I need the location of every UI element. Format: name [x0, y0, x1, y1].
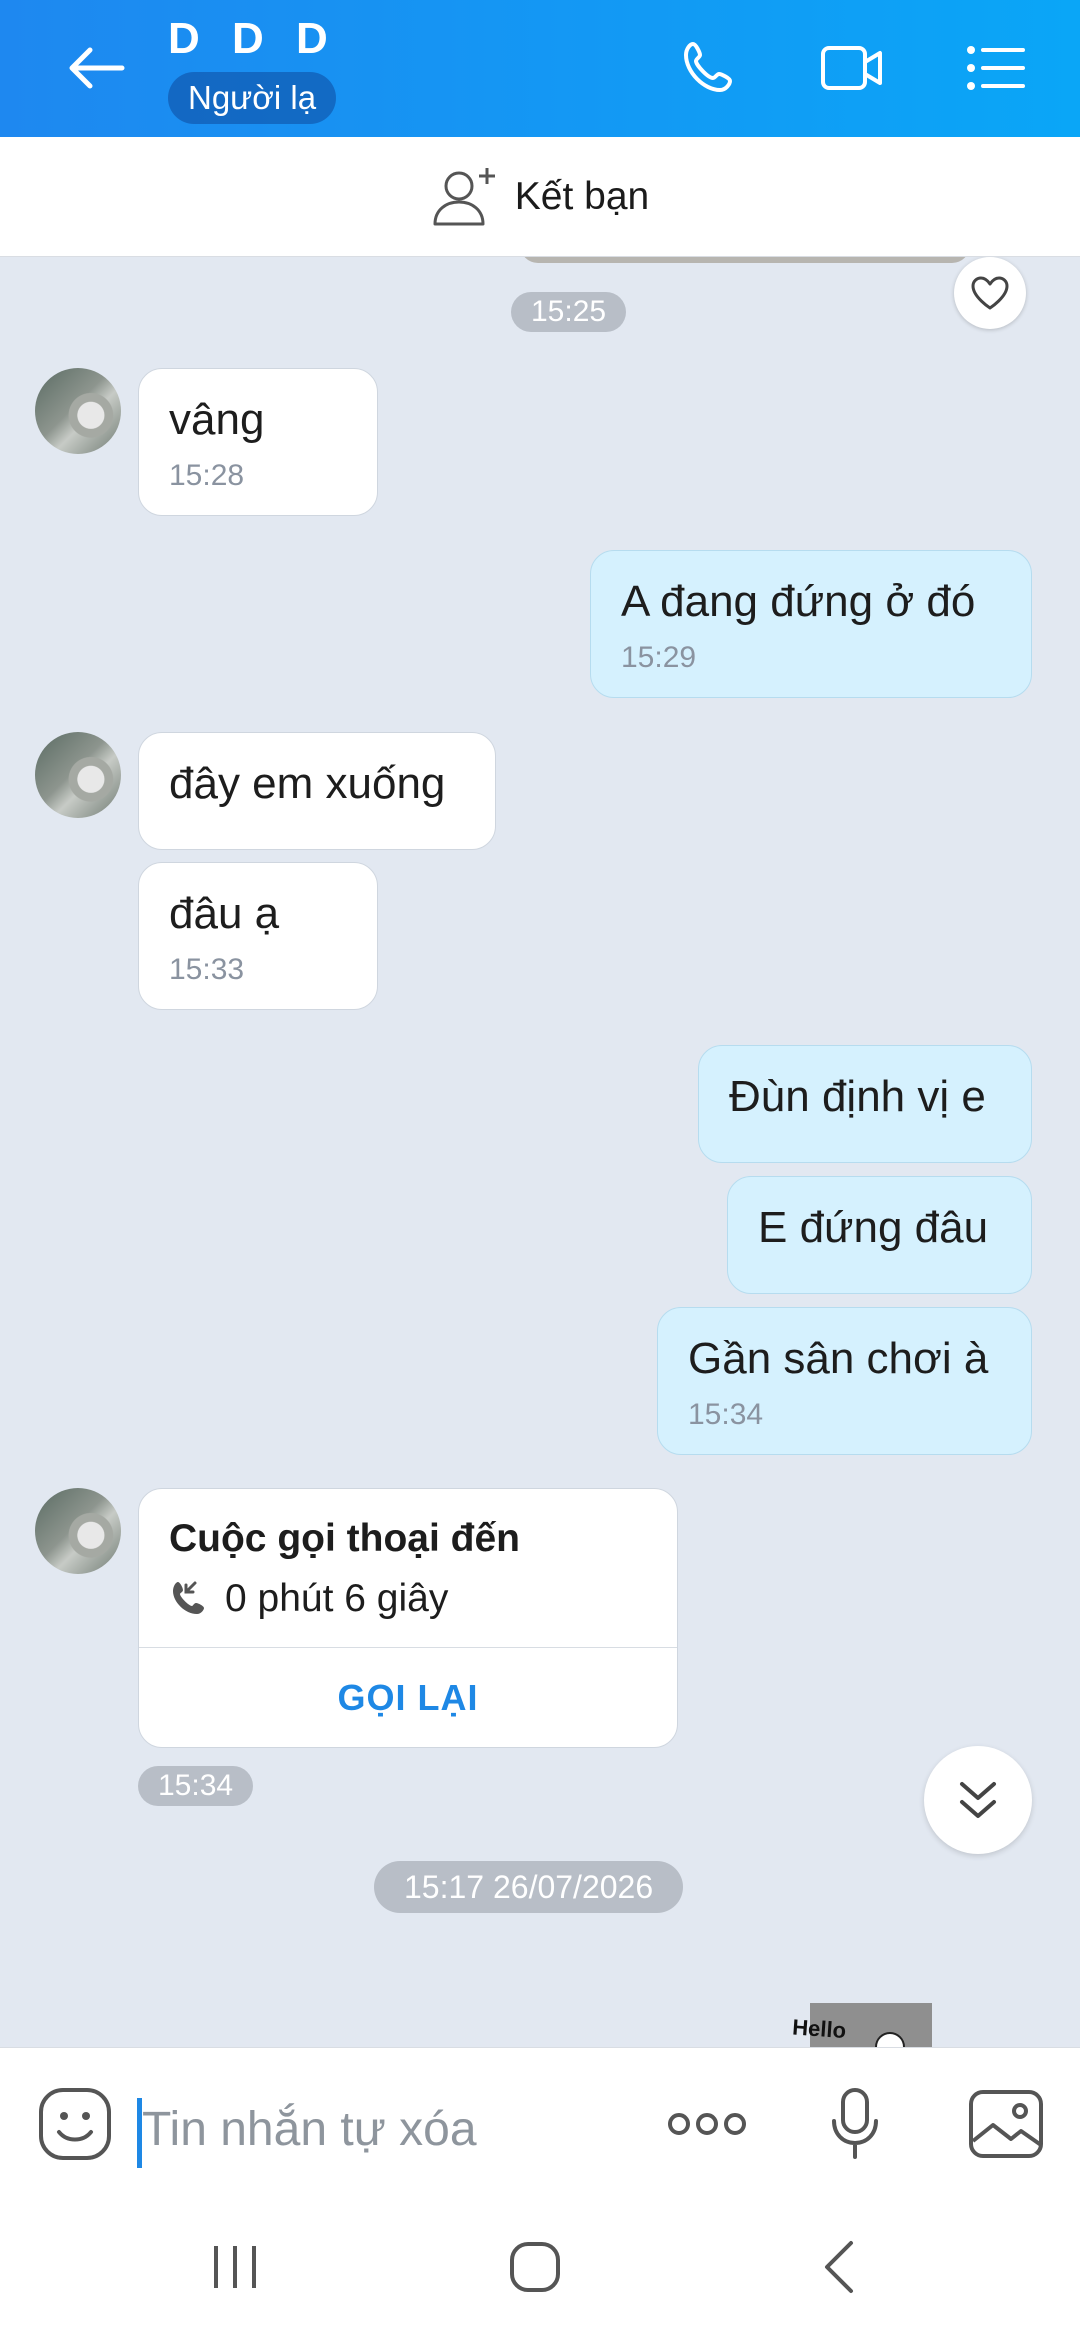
call-duration-text: 0 phút 6 giây	[225, 1577, 449, 1620]
message-time: 15:28	[169, 459, 245, 492]
incoming-call-icon	[173, 1581, 204, 1614]
outgoing-message[interactable]: Đùn định vị e	[698, 1045, 1032, 1163]
outgoing-message[interactable]: Gần sân chơi à 15:34	[657, 1307, 1032, 1455]
call-title: Cuộc gọi thoại đến	[169, 1517, 520, 1560]
message-text: đâu ạ	[169, 889, 280, 938]
image-gallery-icon[interactable]	[966, 2084, 1046, 2164]
more-options-icon[interactable]	[664, 2084, 750, 2164]
message-input-bar: Tin nhắn tự xóa	[0, 2047, 1080, 2197]
add-friend-label: Kết bạn	[514, 174, 650, 218]
message-time: 15:29	[621, 641, 697, 674]
message-list[interactable]: 15:25 vâng 15:28 A đang đứng ở đó 15:29 …	[0, 257, 1080, 2047]
message-text: A đang đứng ở đó	[621, 577, 976, 626]
avatar[interactable]	[35, 368, 121, 454]
date-separator: 15:17 26/07/2026	[374, 1861, 684, 1913]
stranger-badge: Người lạ	[168, 72, 337, 124]
call-time: 15:34	[138, 1766, 254, 1806]
incoming-message[interactable]: đâu ạ 15:33	[138, 862, 378, 1010]
chat-header: D D D Người lạ	[0, 0, 1080, 137]
back-arrow-icon[interactable]	[58, 30, 134, 106]
message-time: 15:33	[169, 953, 245, 986]
home-icon[interactable]	[490, 2227, 580, 2307]
back-nav-icon[interactable]	[794, 2227, 884, 2307]
video-call-icon[interactable]	[814, 30, 890, 106]
microphone-icon[interactable]	[815, 2084, 895, 2164]
message-text: E đứng đâu	[758, 1203, 989, 1252]
message-input[interactable]: Tin nhắn tự xóa	[142, 2102, 477, 2157]
message-time: 15:34	[688, 1398, 764, 1431]
system-navigation-bar	[0, 2197, 1080, 2337]
scroll-to-bottom-button[interactable]	[924, 1746, 1032, 1854]
message-text: Đùn định vị e	[729, 1072, 986, 1121]
phone-call-icon[interactable]	[670, 30, 746, 106]
sticker-text: Hello	[791, 2014, 846, 2043]
recent-apps-icon[interactable]	[190, 2227, 280, 2307]
message-text: đây em xuống	[169, 759, 446, 808]
outgoing-message[interactable]: E đứng đâu	[727, 1176, 1032, 1294]
avatar[interactable]	[35, 732, 121, 818]
emoji-icon[interactable]	[35, 2084, 115, 2164]
call-back-button[interactable]: GỌI LẠI	[139, 1648, 677, 1748]
incoming-message[interactable]: đây em xuống	[138, 732, 496, 850]
call-card: Cuộc gọi thoại đến 0 phút 6 giây GỌI LẠI	[138, 1488, 678, 1748]
contact-name[interactable]: D D D	[168, 14, 338, 64]
call-duration: 0 phút 6 giây	[169, 1577, 448, 1621]
menu-list-icon[interactable]	[958, 30, 1034, 106]
message-text: Gần sân chơi à	[688, 1334, 989, 1383]
avatar[interactable]	[35, 1488, 121, 1574]
add-person-icon	[433, 167, 495, 225]
previous-image-message[interactable]	[520, 257, 970, 263]
heart-reaction-icon[interactable]	[954, 257, 1026, 329]
sticker-message[interactable]: Hello	[790, 2003, 932, 2047]
time-separator: 15:25	[511, 292, 627, 332]
incoming-message[interactable]: vâng 15:28	[138, 368, 378, 516]
chevron-double-down-icon	[960, 1782, 996, 1818]
message-text: vâng	[169, 395, 265, 444]
add-friend-bar[interactable]: Kết bạn	[0, 137, 1080, 257]
outgoing-message[interactable]: A đang đứng ở đó 15:29	[590, 550, 1032, 698]
